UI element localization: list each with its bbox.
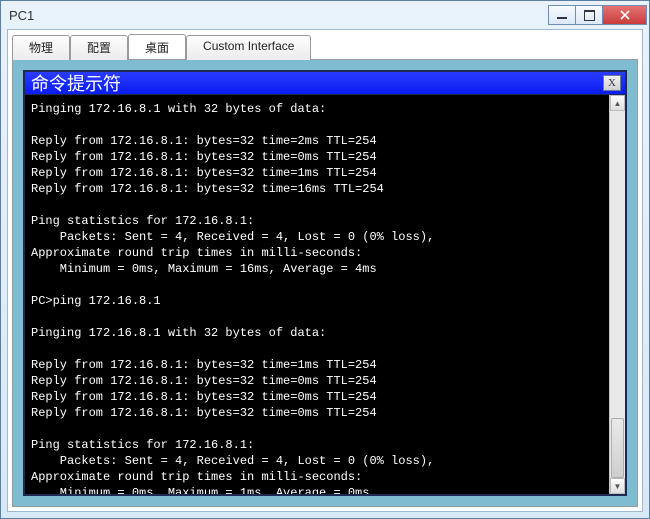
scroll-track[interactable] xyxy=(610,111,625,478)
window-body: 物理 配置 桌面 Custom Interface 命令提示符 X Pingin… xyxy=(7,29,643,512)
scroll-thumb[interactable] xyxy=(611,418,624,478)
scroll-down-button[interactable]: ▼ xyxy=(610,478,625,494)
title-bar[interactable]: PC1 xyxy=(1,1,649,29)
terminal[interactable]: Pinging 172.16.8.1 with 32 bytes of data… xyxy=(25,95,609,494)
maximize-button[interactable] xyxy=(575,5,603,25)
tab-bar: 物理 配置 桌面 Custom Interface xyxy=(8,30,642,59)
window-title: PC1 xyxy=(9,8,34,23)
scrollbar[interactable]: ▲ ▼ xyxy=(609,95,625,494)
tab-content: 命令提示符 X Pinging 172.16.8.1 with 32 bytes… xyxy=(12,59,638,507)
tab-desktop[interactable]: 桌面 xyxy=(128,34,186,59)
close-x-label: X xyxy=(608,77,616,89)
close-icon xyxy=(620,10,630,20)
window-controls xyxy=(549,5,647,25)
chevron-down-icon: ▼ xyxy=(614,482,622,491)
close-button[interactable] xyxy=(602,5,647,25)
app-window: PC1 物理 配置 桌面 Custom Interface 命令提示符 X xyxy=(0,0,650,519)
scroll-up-button[interactable]: ▲ xyxy=(610,95,625,111)
command-prompt-title: 命令提示符 xyxy=(31,70,603,96)
minimize-button[interactable] xyxy=(548,5,576,25)
tab-physical[interactable]: 物理 xyxy=(12,35,70,60)
command-prompt-close-button[interactable]: X xyxy=(603,75,621,91)
command-prompt-titlebar[interactable]: 命令提示符 X xyxy=(25,72,625,94)
terminal-container: Pinging 172.16.8.1 with 32 bytes of data… xyxy=(25,94,625,494)
tab-custom-interface[interactable]: Custom Interface xyxy=(186,35,311,60)
command-prompt-window: 命令提示符 X Pinging 172.16.8.1 with 32 bytes… xyxy=(23,70,627,496)
tab-config[interactable]: 配置 xyxy=(70,35,128,60)
chevron-up-icon: ▲ xyxy=(614,99,622,108)
terminal-output: Pinging 172.16.8.1 with 32 bytes of data… xyxy=(31,102,434,494)
